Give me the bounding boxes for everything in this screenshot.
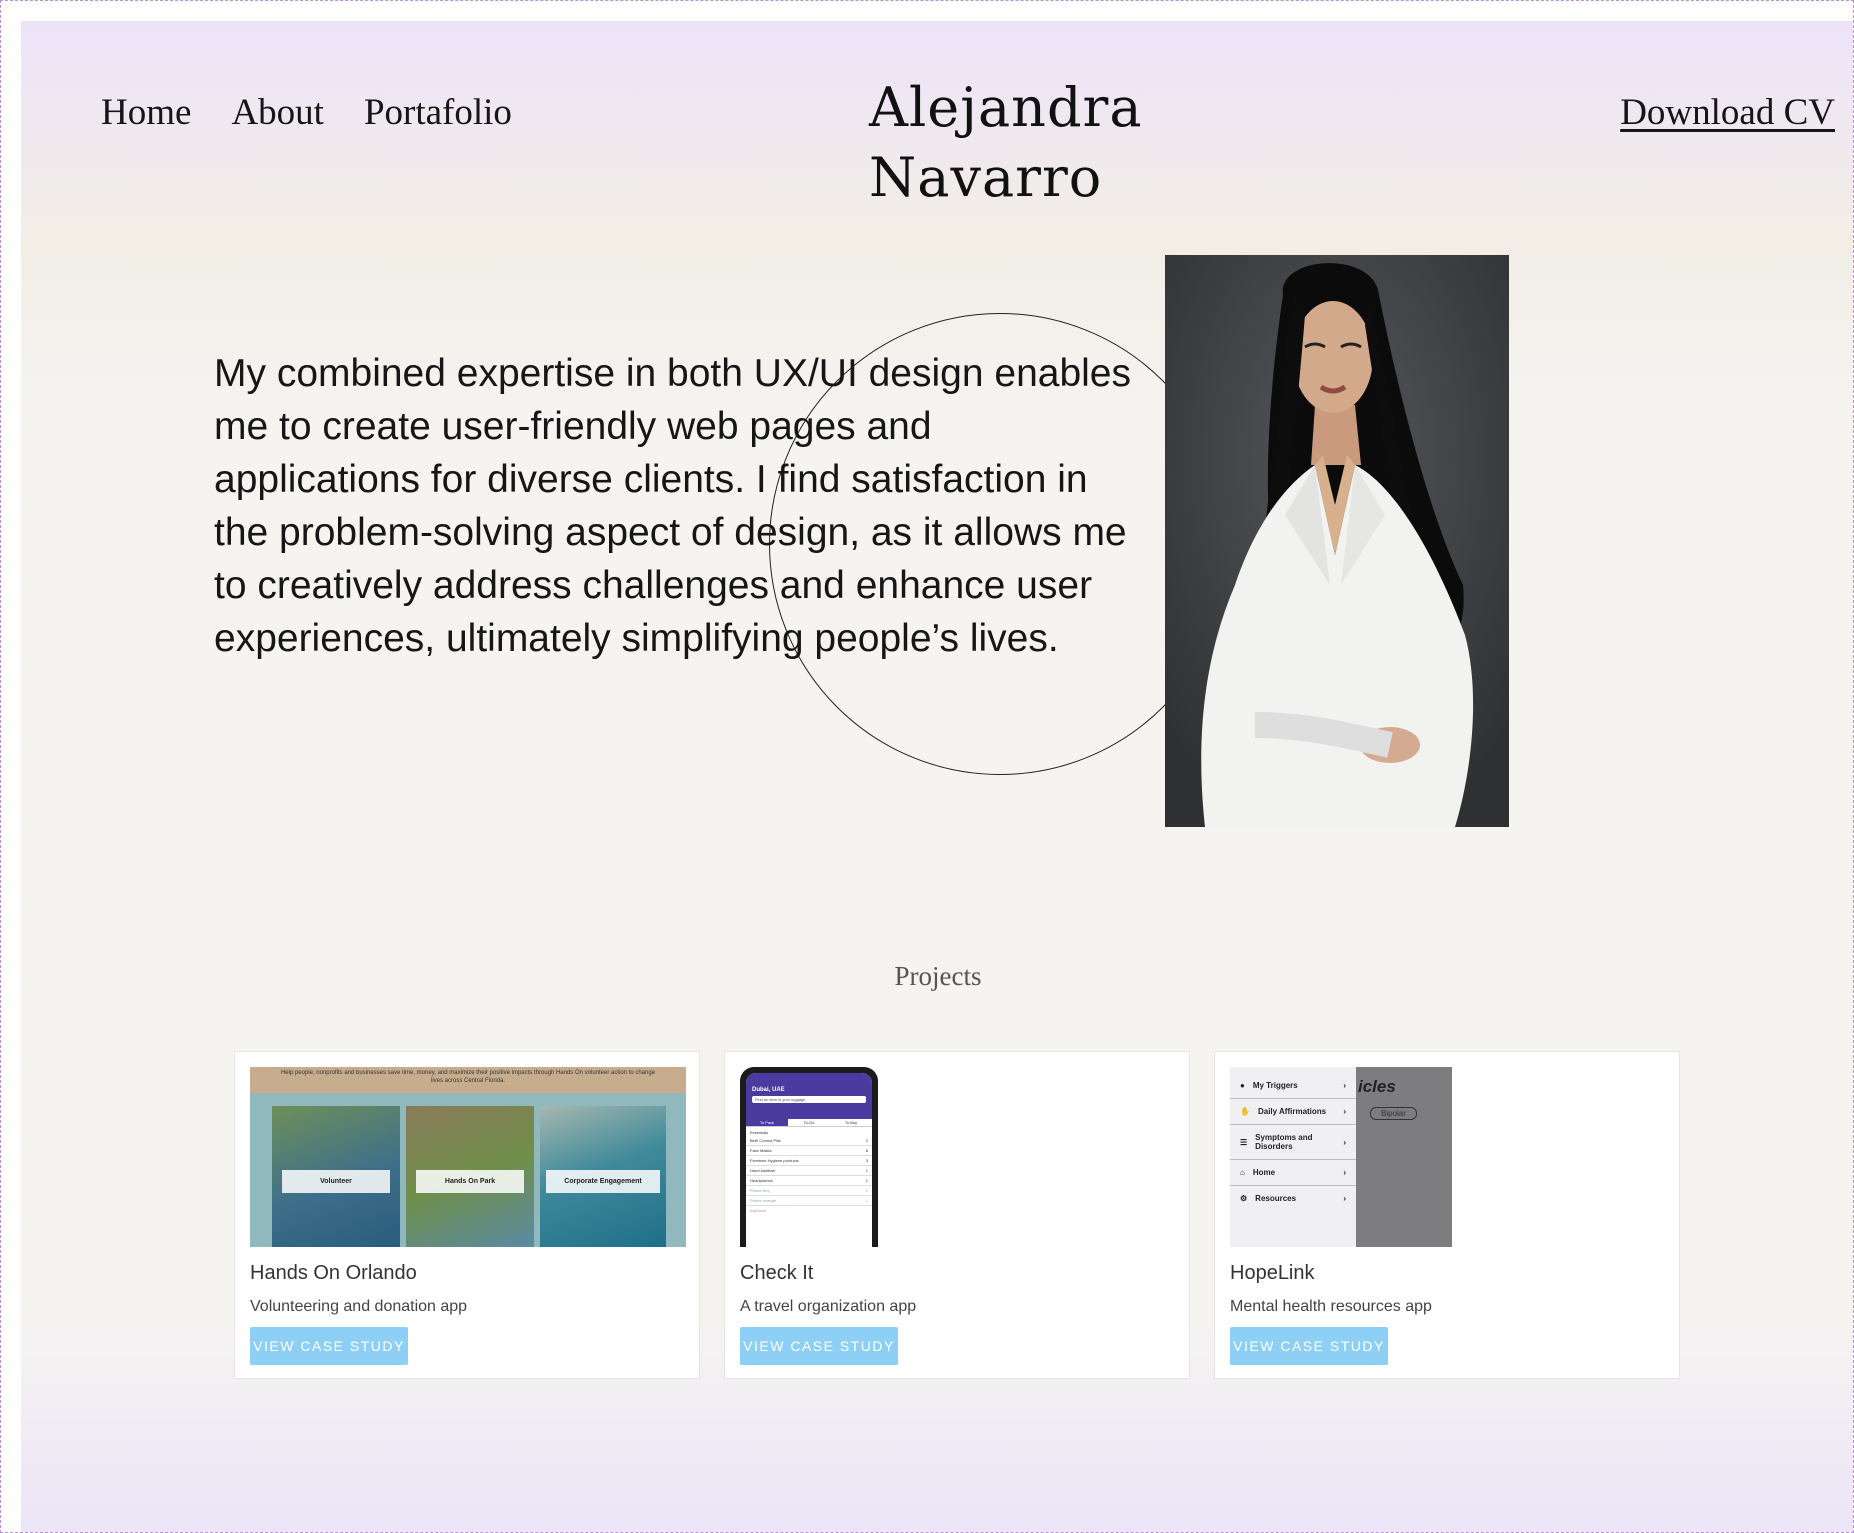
projects-heading: Projects: [894, 961, 982, 991]
thumb-checklist: Birth Control Pills 2 Face Masks 8 Feminin…: [746, 1136, 872, 1215]
brand-first-name: Alejandra: [869, 76, 1143, 139]
corporate-engagement-tile: Corporate Engagement: [540, 1106, 666, 1247]
menu-label: Home: [1252, 1168, 1276, 1177]
item-qty: 1: [865, 1168, 868, 1173]
thumb-section-label: Essentials: [750, 1130, 769, 1135]
item-qty: 1: [865, 1178, 868, 1183]
item-label: Phone charger: [750, 1198, 777, 1203]
project-subtitle: Mental health resources app: [1230, 1298, 1432, 1315]
view-case-study-button[interactable]: VIEW CASE STUDY: [250, 1327, 408, 1365]
check-it-thumbnail: Dubai, UAE Find an item in your luggage …: [740, 1067, 878, 1247]
add-item-label: Add Item: [750, 1208, 767, 1213]
menu-item: ⌂ Home ›: [1230, 1160, 1356, 1186]
menu-label: Symptoms and Disorders: [1255, 1133, 1313, 1151]
tile-label-volunteer: Volunteer: [282, 1170, 390, 1193]
view-case-study-button[interactable]: VIEW CASE STUDY: [1230, 1327, 1388, 1365]
item-label: Headphones: [750, 1178, 773, 1183]
menu-item: ✋ Daily Affirmations ›: [1230, 1099, 1356, 1125]
thumb-location: Dubai, UAE: [752, 1087, 785, 1093]
chevron-right-icon: ›: [1343, 1081, 1346, 1090]
item-qty: 8: [865, 1148, 868, 1153]
nav-about-link[interactable]: About: [231, 91, 324, 134]
menu-label: My Triggers: [1252, 1081, 1298, 1090]
checklist-item: Face Masks 8: [746, 1146, 872, 1156]
thumb-overlay-chip: Bipolar: [1370, 1107, 1417, 1120]
page-frame: Home About Portafolio Alejandra Navarro …: [0, 0, 1854, 1533]
item-qty: 1: [865, 1188, 868, 1193]
project-title: Check It: [740, 1262, 814, 1284]
item-qty: 1: [865, 1198, 868, 1203]
checklist-item: Birth Control Pills 2: [746, 1136, 872, 1146]
projects-list: Help people, nonprofits and businesses s…: [234, 1051, 1680, 1379]
item-label: Phone Key: [750, 1188, 770, 1193]
project-card-hands-on-orlando[interactable]: Help people, nonprofits and businesses s…: [234, 1051, 700, 1379]
item-qty: 2: [865, 1138, 868, 1143]
project-subtitle: Volunteering and donation app: [250, 1298, 468, 1315]
bulb-icon: ●: [1240, 1081, 1245, 1090]
menu-item: ⚙ Resources ›: [1230, 1186, 1356, 1211]
tile-label-hands-on-park: Hands On Park: [416, 1170, 524, 1193]
project-card-hopelink[interactable]: ● My Triggers › ✋ Daily Affirmations › ☰ Symp…: [1214, 1051, 1680, 1379]
view-case-study-button[interactable]: VIEW CASE STUDY: [740, 1327, 898, 1365]
thumb-banner-text: Help people, nonprofits and businesses s…: [250, 1067, 686, 1093]
item-qty: 3: [865, 1158, 868, 1163]
menu-label: Resources: [1255, 1194, 1297, 1203]
project-title: HopeLink: [1230, 1262, 1315, 1284]
hand-icon: ✋: [1240, 1107, 1250, 1116]
checklist-item: Feminine Hygiene products 3: [746, 1156, 872, 1166]
page: Home About Portafolio Alejandra Navarro …: [21, 21, 1853, 1532]
item-label: Face Masks: [750, 1148, 772, 1153]
project-card-check-it[interactable]: Dubai, UAE Find an item in your luggage …: [724, 1051, 1190, 1379]
chevron-right-icon: ›: [1343, 1137, 1346, 1147]
brand-name: Alejandra Navarro: [869, 73, 1189, 213]
portrait-photo: [1165, 255, 1509, 827]
head-gear-icon: ⚙: [1240, 1194, 1248, 1203]
hands-on-park-tile: Hands On Park: [406, 1106, 534, 1247]
checklist-item: Phone charger 1: [746, 1196, 872, 1206]
thumb-overlay-title: icles: [1358, 1077, 1396, 1096]
volunteer-tile: Volunteer: [272, 1106, 400, 1247]
download-cv-link[interactable]: Download CV: [1620, 91, 1835, 134]
hopelink-thumbnail: ● My Triggers › ✋ Daily Affirmations › ☰ Symp…: [1230, 1067, 1452, 1247]
checklist-item: Phone Key 1: [746, 1186, 872, 1196]
home-icon: ⌂: [1240, 1168, 1245, 1177]
chevron-right-icon: ›: [1343, 1107, 1346, 1116]
checklist-item: Headphones 1: [746, 1176, 872, 1186]
nav-portfolio-link[interactable]: Portafolio: [364, 91, 512, 134]
thumb-tab-to-pack: To Pack: [746, 1119, 788, 1126]
item-label: Feminine Hygiene products: [750, 1158, 799, 1163]
checklist-item: Hand sanitizer 1: [746, 1166, 872, 1176]
item-label: Birth Control Pills: [750, 1138, 781, 1143]
thumb-tab-to-buy: To Buy: [844, 1120, 858, 1125]
menu-label: Daily Affirmations: [1257, 1107, 1327, 1116]
list-search-icon: ☰: [1240, 1137, 1248, 1147]
chevron-right-icon: ›: [1343, 1194, 1346, 1203]
chevron-right-icon: ›: [1343, 1168, 1346, 1177]
project-subtitle: A travel organization app: [740, 1298, 917, 1315]
tile-label-corporate-engagement: Corporate Engagement: [546, 1170, 660, 1193]
nav-home-link[interactable]: Home: [101, 91, 191, 134]
thumb-search-bar: Find an item in your luggage: [752, 1096, 866, 1103]
thumb-tab-to-do: To-Do: [803, 1120, 815, 1125]
item-label: Hand sanitizer: [750, 1168, 776, 1173]
main-nav: Home About Portafolio: [101, 91, 512, 134]
menu-item: ☰ Symptoms and Disorders ›: [1230, 1125, 1356, 1160]
hero-description: My combined expertise in both UX/UI desi…: [214, 352, 1131, 660]
hands-on-orlando-thumbnail: Help people, nonprofits and businesses s…: [250, 1067, 686, 1247]
brand-last-name: Navarro: [869, 146, 1103, 209]
menu-item: ● My Triggers ›: [1230, 1067, 1356, 1099]
project-title: Hands On Orlando: [250, 1262, 417, 1284]
